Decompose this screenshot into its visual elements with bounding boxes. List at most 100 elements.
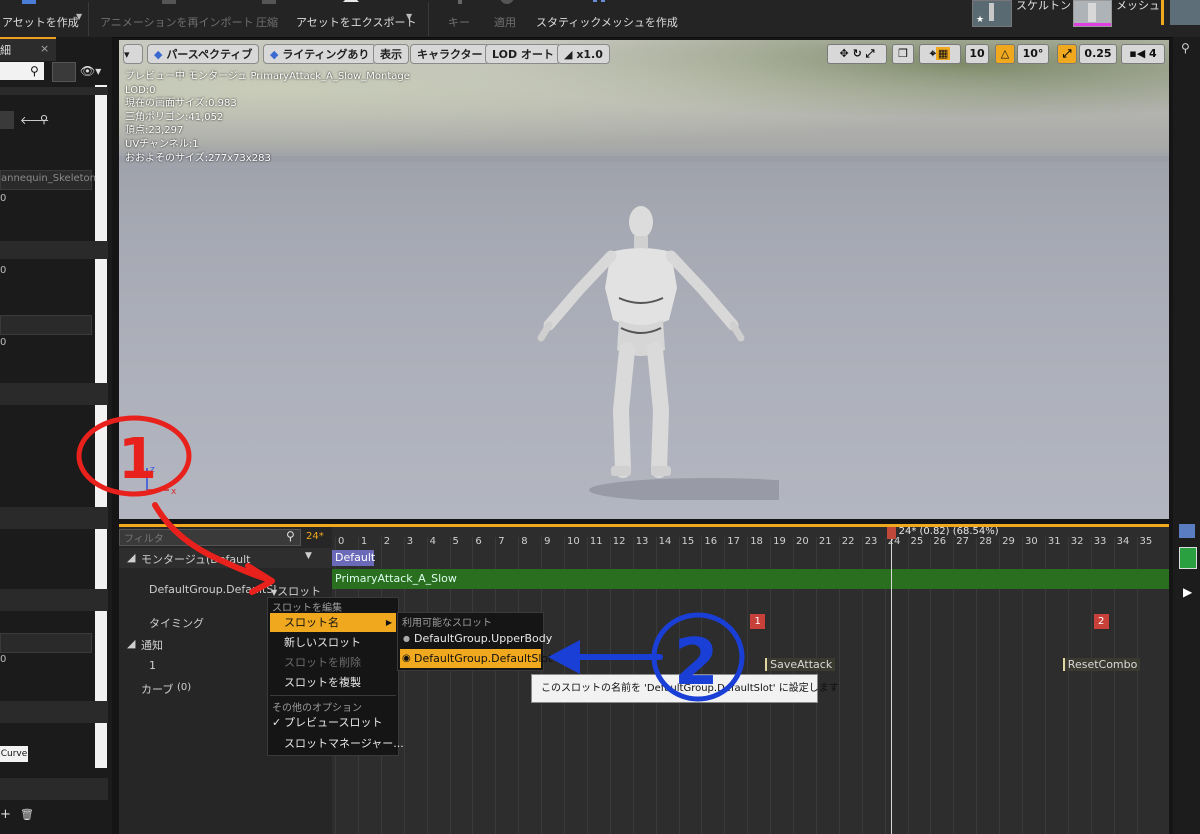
chevron-right-icon: ▶ [385, 618, 392, 627]
menu-item-preview-slot[interactable]: ✓ プレビュースロット [270, 713, 382, 732]
tick-label: 4 [429, 536, 436, 547]
preview-viewport[interactable]: ▾ ◆ パースペクティブ ◆ ライティングあり 表示 キャラクター LOD オー… [119, 40, 1169, 519]
playhead-line[interactable] [890, 527, 892, 834]
mannequin-character[interactable] [519, 200, 779, 500]
create-asset-button[interactable]: アセットを作成 [0, 0, 79, 37]
anim-segment[interactable]: PrimaryAttack_A_Slow [332, 569, 1169, 589]
details-tab[interactable]: 細 × [0, 37, 56, 61]
grid-snap-icon[interactable]: ▦ [935, 47, 951, 60]
skeleton-mode-tab[interactable]: スケルトン [1016, 0, 1071, 13]
timeline-panel-icon[interactable] [1179, 524, 1195, 538]
panel-band [0, 241, 108, 259]
apply-button[interactable]: 適用 [494, 0, 520, 37]
section-default[interactable]: Default [332, 550, 375, 566]
key-button[interactable]: キー [448, 0, 472, 37]
timing-marker[interactable]: 2 [1093, 614, 1109, 629]
menu-header-other: その他のオプション [272, 703, 362, 714]
menu-item-slot-name[interactable]: スロット名 ▶ [270, 613, 396, 632]
tick-label: 31 [1047, 536, 1061, 547]
playhead-handle[interactable] [886, 527, 896, 539]
menu-item-duplicate-slot[interactable]: スロットを複製 [270, 673, 361, 692]
mesh-mode-thumbnail[interactable] [1073, 0, 1112, 27]
perspective-button[interactable]: ◆ パースペクティブ [147, 44, 260, 64]
grid-snap-group[interactable]: ⌖ ▦ [919, 44, 961, 64]
camera-speed-button[interactable]: ▪◀ 4 [1121, 44, 1165, 64]
animation-mode-thumbnail[interactable] [1170, 0, 1200, 25]
perspective-icon: ◆ [154, 48, 163, 61]
grid-view-icon[interactable] [52, 62, 76, 82]
menu-item-slot-manager[interactable]: スロットマネージャー... [270, 734, 404, 753]
info-line: プレビュー中 モンタージュ PrimaryAttack_A_Slow_Monta… [125, 71, 410, 82]
lod-button[interactable]: LOD オート [485, 44, 561, 64]
search-icon[interactable]: ⚲ [30, 64, 39, 78]
chevron-down-icon[interactable]: ▼ [305, 551, 312, 561]
montage-track-row[interactable]: ◢ モンタージュ(Default ▼ [119, 548, 332, 568]
submenu-item-upperbody[interactable]: ● DefaultGroup.UpperBody [400, 629, 552, 648]
menu-item-delete-slot[interactable]: スロットを削除 [270, 653, 361, 672]
rotate-icon[interactable]: ↻ [853, 47, 862, 60]
surface-snap-icon[interactable]: ⌖ [930, 47, 936, 60]
scale-snap-icon[interactable]: ⤢ [1057, 44, 1077, 64]
scale-icon[interactable]: ⤢ [866, 47, 875, 60]
compress-button[interactable]: 圧縮 [256, 0, 286, 37]
reimport-icon [162, 0, 176, 4]
document-icon[interactable] [1179, 547, 1197, 569]
play-icon[interactable]: ▶ [1183, 585, 1192, 599]
move-icon[interactable]: ✥ [840, 47, 849, 60]
submenu-header: 利用可能なスロット [402, 618, 492, 629]
plus-icon [458, 0, 462, 4]
viewport-options-button[interactable]: ▾ [123, 44, 143, 64]
mesh-icon [1074, 3, 1111, 26]
dropdown[interactable] [0, 111, 14, 129]
trash-icon[interactable]: 🗑 [20, 808, 34, 821]
export-asset-button[interactable]: アセットをエクスポート [296, 0, 416, 37]
tick-label: 23 [864, 536, 878, 547]
notify-marker[interactable]: ResetCombo [1062, 658, 1141, 671]
notify-row-label: 通知 [141, 639, 163, 652]
chevron-down-icon[interactable]: ▼ [406, 12, 412, 21]
timing-marker[interactable]: 1 [750, 614, 766, 629]
rotation-snap-value[interactable]: 10° [1017, 44, 1049, 64]
tick-label: 7 [498, 536, 505, 547]
tick-label: 2 [383, 536, 391, 547]
dropdown[interactable] [0, 633, 92, 653]
filter-input[interactable]: フィルタ ⚲ [119, 529, 301, 546]
info-line: 三角ポリゴン:41,052 [125, 111, 224, 123]
make-static-mesh-button[interactable]: スタティックメッシュを作成 [536, 0, 678, 37]
playback-speed-button[interactable]: ◢ x1.0 [557, 44, 610, 64]
mesh-mode-tab[interactable]: メッシュ [1116, 0, 1160, 13]
tick-label: 13 [635, 536, 649, 547]
character-button[interactable]: キャラクター [410, 44, 490, 64]
submenu-item-defaultslot[interactable]: ◉ DefaultGroup.DefaultSlot [400, 649, 552, 668]
menu-divider [270, 695, 396, 696]
static-mesh-icon [593, 0, 605, 2]
lighting-button[interactable]: ◆ ライティングあり [263, 44, 377, 64]
panel-band [0, 87, 108, 95]
scale-snap-value[interactable]: 0.25 [1079, 44, 1117, 64]
tick-label: 18 [750, 536, 763, 547]
grid-size-value[interactable]: 10 [965, 44, 989, 64]
rotation-snap-icon[interactable]: △ [995, 44, 1015, 64]
expand-icon[interactable]: ◢ [127, 637, 135, 650]
menu-item-new-slot[interactable]: 新しいスロット [270, 633, 361, 652]
skeleton-mode-thumbnail[interactable]: ★ [972, 0, 1012, 27]
search-icon[interactable]: ⚲ [1181, 41, 1190, 55]
transform-tools-group[interactable]: ✥ ↻ ⤢ [827, 44, 887, 64]
reimport-animation-button[interactable]: アニメーションを再インポート [100, 0, 254, 37]
search-icon[interactable]: ⚲ [40, 113, 48, 126]
show-button[interactable]: 表示 [373, 44, 409, 64]
eye-icon[interactable]: 👁▾ [80, 64, 101, 78]
skeleton-picker[interactable]: annequin_Skeleton [0, 170, 96, 190]
scrollbar[interactable] [95, 85, 107, 768]
chevron-down-icon[interactable]: ▼ [76, 12, 82, 21]
tick-label: 9 [544, 536, 551, 547]
search-icon[interactable]: ⚲ [286, 529, 295, 543]
world-local-icon[interactable]: ❒ [892, 44, 914, 64]
dropdown[interactable] [0, 315, 92, 335]
panel-band [0, 778, 108, 800]
checkmark-icon: ✓ [272, 716, 282, 729]
notify-marker[interactable]: SaveAttack [765, 658, 836, 671]
plus-icon[interactable]: + [0, 807, 11, 822]
add-curve-button[interactable]: Curve [0, 746, 28, 762]
close-icon[interactable]: × [40, 42, 49, 55]
